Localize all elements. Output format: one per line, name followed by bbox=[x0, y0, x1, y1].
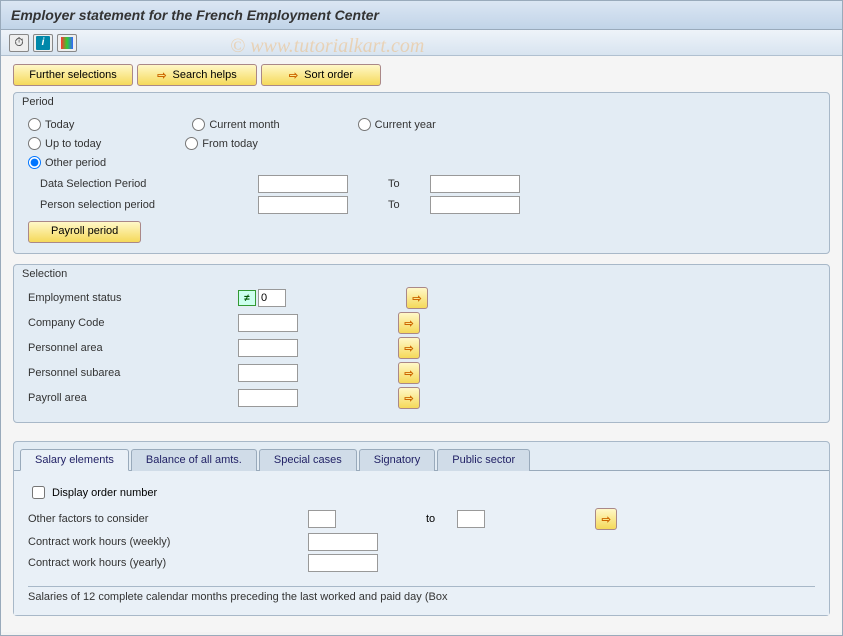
other-factors-to-input[interactable] bbox=[457, 510, 485, 528]
tab-balance-all-amts[interactable]: Balance of all amts. bbox=[131, 449, 257, 471]
label-contract-yearly: Contract work hours (yearly) bbox=[28, 557, 308, 569]
tab-body-salary: Display order number Other factors to co… bbox=[14, 471, 829, 615]
group-title: Selection bbox=[14, 265, 829, 280]
further-selections-button[interactable]: Further selections bbox=[13, 64, 133, 86]
arrow-right-icon: ⇨ bbox=[404, 317, 413, 330]
data-selection-to-input[interactable] bbox=[430, 175, 520, 193]
other-factors-from-input[interactable] bbox=[308, 510, 336, 528]
label-to: To bbox=[388, 199, 418, 211]
label-person-selection: Person selection period bbox=[28, 199, 258, 211]
tab-header-row: Salary elements Balance of all amts. Spe… bbox=[14, 442, 829, 471]
label-personnel-area: Personnel area bbox=[28, 342, 238, 354]
display-order-checkbox[interactable] bbox=[32, 486, 45, 499]
arrow-right-icon: ⇨ bbox=[404, 392, 413, 405]
multiple-selection-button[interactable]: ⇨ bbox=[406, 287, 428, 309]
page-title: Employer statement for the French Employ… bbox=[11, 7, 832, 23]
search-helps-button[interactable]: ⇨ Search helps bbox=[137, 64, 257, 86]
data-selection-from-input[interactable] bbox=[258, 175, 348, 193]
not-equal-icon[interactable]: ≠ bbox=[238, 290, 256, 306]
box-note: Salaries of 12 complete calendar months … bbox=[28, 586, 815, 603]
arrow-right-icon: ⇨ bbox=[404, 342, 413, 355]
top-button-row: Further selections ⇨ Search helps ⇨ Sort… bbox=[13, 64, 830, 86]
sort-order-button[interactable]: ⇨ Sort order bbox=[261, 64, 381, 86]
personnel-area-input[interactable] bbox=[238, 339, 298, 357]
tab-special-cases[interactable]: Special cases bbox=[259, 449, 357, 471]
label-payroll-area: Payroll area bbox=[28, 392, 238, 404]
arrow-right-icon: ⇨ bbox=[602, 513, 611, 526]
multiple-selection-button[interactable]: ⇨ bbox=[398, 337, 420, 359]
button-label: Further selections bbox=[29, 69, 116, 81]
info-icon[interactable]: i bbox=[33, 34, 53, 52]
button-label: Search helps bbox=[173, 69, 237, 81]
contract-weekly-input[interactable] bbox=[308, 533, 378, 551]
execute-icon[interactable]: ⏱ bbox=[9, 34, 29, 52]
tab-signatory[interactable]: Signatory bbox=[359, 449, 435, 471]
app-toolbar: ⏱ i bbox=[1, 30, 842, 56]
tab-salary-elements[interactable]: Salary elements bbox=[20, 449, 129, 471]
payroll-area-input[interactable] bbox=[238, 389, 298, 407]
label-other-factors: Other factors to consider bbox=[28, 513, 308, 525]
label-company-code: Company Code bbox=[28, 317, 238, 329]
label-emp-status: Employment status bbox=[28, 292, 238, 304]
variant-icon[interactable] bbox=[57, 34, 77, 52]
tab-public-sector[interactable]: Public sector bbox=[437, 449, 530, 471]
radio-current-year[interactable]: Current year bbox=[358, 118, 436, 131]
title-bar: Employer statement for the French Employ… bbox=[1, 1, 842, 30]
payroll-period-button[interactable]: Payroll period bbox=[28, 221, 141, 243]
group-title: Period bbox=[14, 93, 829, 108]
arrow-right-icon: ⇨ bbox=[404, 367, 413, 380]
multiple-selection-button[interactable]: ⇨ bbox=[398, 312, 420, 334]
radio-today[interactable]: Today bbox=[28, 118, 74, 131]
label-display-order: Display order number bbox=[52, 487, 157, 499]
person-selection-to-input[interactable] bbox=[430, 196, 520, 214]
selection-group: Selection Employment status ≠ ⇨ Company … bbox=[13, 264, 830, 423]
tabstrip: Salary elements Balance of all amts. Spe… bbox=[13, 441, 830, 616]
arrow-right-icon: ⇨ bbox=[157, 69, 166, 82]
emp-status-input[interactable] bbox=[258, 289, 286, 307]
multiple-selection-button[interactable]: ⇨ bbox=[595, 508, 617, 530]
person-selection-from-input[interactable] bbox=[258, 196, 348, 214]
radio-other-period[interactable]: Other period bbox=[28, 156, 106, 169]
label-to-lower: to bbox=[426, 513, 435, 525]
company-code-input[interactable] bbox=[238, 314, 298, 332]
arrow-right-icon: ⇨ bbox=[412, 292, 421, 305]
radio-current-month[interactable]: Current month bbox=[192, 118, 279, 131]
arrow-right-icon: ⇨ bbox=[289, 69, 298, 82]
label-personnel-subarea: Personnel subarea bbox=[28, 367, 238, 379]
button-label: Sort order bbox=[304, 69, 353, 81]
radio-from-today[interactable]: From today bbox=[185, 137, 258, 150]
personnel-subarea-input[interactable] bbox=[238, 364, 298, 382]
period-group: Period Today Current month Current year … bbox=[13, 92, 830, 254]
multiple-selection-button[interactable]: ⇨ bbox=[398, 362, 420, 384]
radio-up-to-today[interactable]: Up to today bbox=[28, 137, 101, 150]
label-contract-weekly: Contract work hours (weekly) bbox=[28, 536, 308, 548]
content-area: Further selections ⇨ Search helps ⇨ Sort… bbox=[1, 56, 842, 632]
label-to: To bbox=[388, 178, 418, 190]
label-data-selection: Data Selection Period bbox=[28, 178, 258, 190]
contract-yearly-input[interactable] bbox=[308, 554, 378, 572]
multiple-selection-button[interactable]: ⇨ bbox=[398, 387, 420, 409]
